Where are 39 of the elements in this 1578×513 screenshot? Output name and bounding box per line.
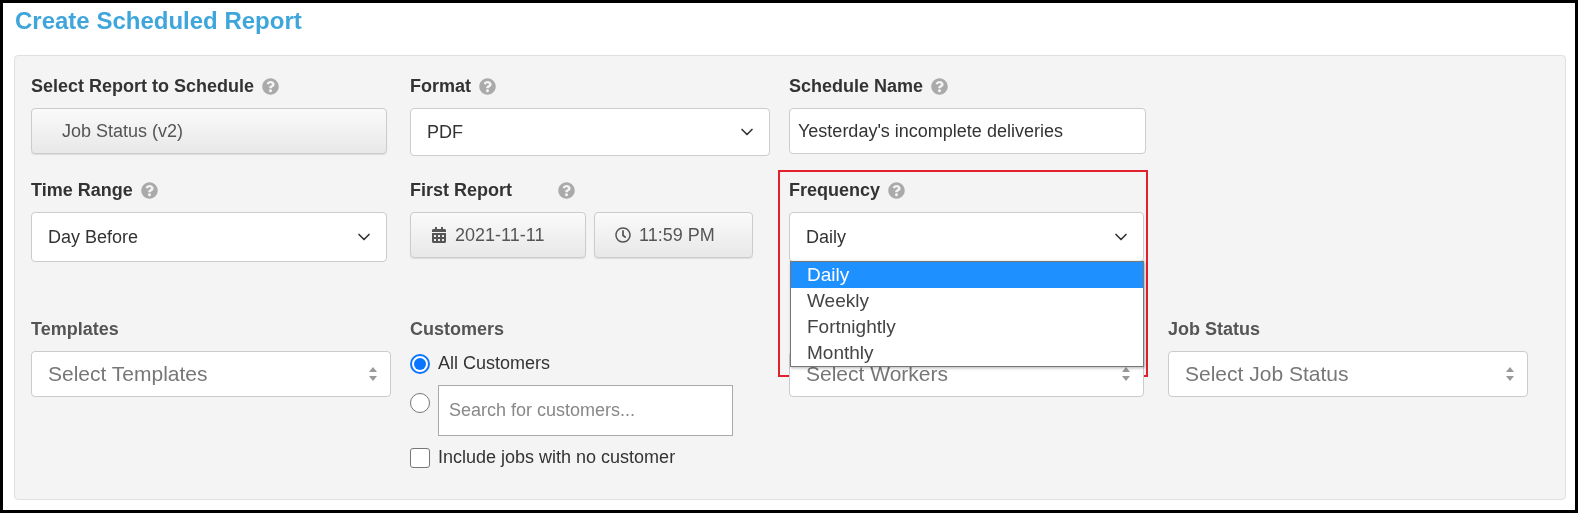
date-button[interactable]: 2021-11-11 — [410, 212, 586, 258]
field-label: Templates — [31, 318, 119, 340]
help-icon[interactable] — [479, 77, 496, 95]
sort-arrows-icon — [368, 366, 378, 382]
customer-search-field[interactable]: Search for customers... — [438, 385, 733, 436]
sort-arrows-icon — [1121, 366, 1131, 382]
dropdown-option[interactable]: Monthly — [791, 340, 1143, 366]
frequency-select[interactable]: Daily — [789, 212, 1144, 262]
help-icon[interactable] — [558, 181, 575, 199]
page-title: Create Scheduled Report — [14, 6, 303, 36]
dropdown-option[interactable]: Weekly — [791, 288, 1143, 314]
multiselect-field[interactable]: Select Templates — [31, 351, 391, 397]
field-label: Time Range — [31, 179, 133, 201]
radio-button[interactable] — [410, 353, 430, 374]
radio-button[interactable] — [410, 393, 430, 413]
field-label: Schedule Name — [789, 75, 924, 97]
radio-label: All Customers — [438, 353, 551, 374]
field-label: Format — [410, 75, 471, 97]
field-label: Frequency — [789, 179, 881, 201]
field-label: Customers — [410, 318, 505, 340]
field-label: Select Report to Schedule — [31, 75, 255, 97]
select-field[interactable]: PDF — [410, 108, 770, 156]
sort-arrows-icon — [1505, 366, 1515, 382]
schedule-name-field[interactable]: Yesterday's incomplete deliveries — [789, 108, 1146, 154]
calendar-icon — [431, 227, 447, 243]
help-icon[interactable] — [262, 77, 280, 95]
help-icon[interactable] — [888, 181, 906, 199]
checkbox[interactable] — [410, 447, 430, 468]
multiselect-field[interactable]: Select Job Status — [1168, 351, 1528, 397]
field-label: Job Status — [1168, 318, 1260, 340]
help-icon[interactable] — [931, 77, 949, 95]
field-label: First Report — [410, 179, 512, 201]
checkbox-label: Include jobs with no customer — [438, 447, 676, 468]
report-select-button[interactable]: Job Status (v2) — [31, 108, 387, 154]
dropdown-option[interactable]: Fortnightly — [791, 314, 1143, 340]
clock-icon — [615, 227, 631, 243]
select-field[interactable]: Day Before — [31, 212, 387, 262]
help-icon[interactable] — [140, 181, 158, 199]
time-button[interactable]: 11:59 PM — [594, 212, 753, 258]
